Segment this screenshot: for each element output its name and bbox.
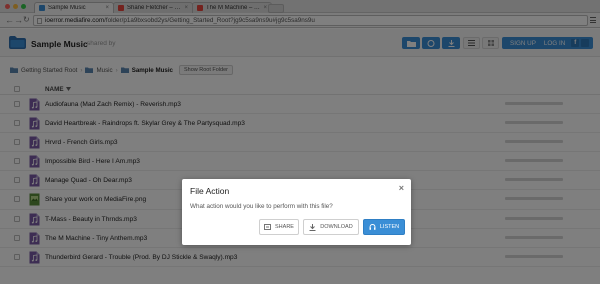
headphones-icon	[369, 224, 376, 230]
share-icon	[264, 224, 271, 230]
dialog-title: File Action	[190, 186, 230, 196]
download-button[interactable]: DOWNLOAD	[303, 219, 359, 235]
listen-button-label: LISTEN	[379, 224, 400, 230]
share-button-label: SHARE	[275, 224, 294, 230]
listen-button[interactable]: LISTEN	[363, 219, 405, 235]
dialog-message: What action would you like to perform wi…	[190, 203, 333, 210]
share-button[interactable]: SHARE	[259, 219, 299, 235]
download-button-label: DOWNLOAD	[320, 224, 353, 230]
file-action-dialog: File Action × What action would you like…	[182, 179, 411, 245]
close-icon[interactable]: ×	[399, 184, 404, 193]
download-icon	[309, 223, 316, 231]
